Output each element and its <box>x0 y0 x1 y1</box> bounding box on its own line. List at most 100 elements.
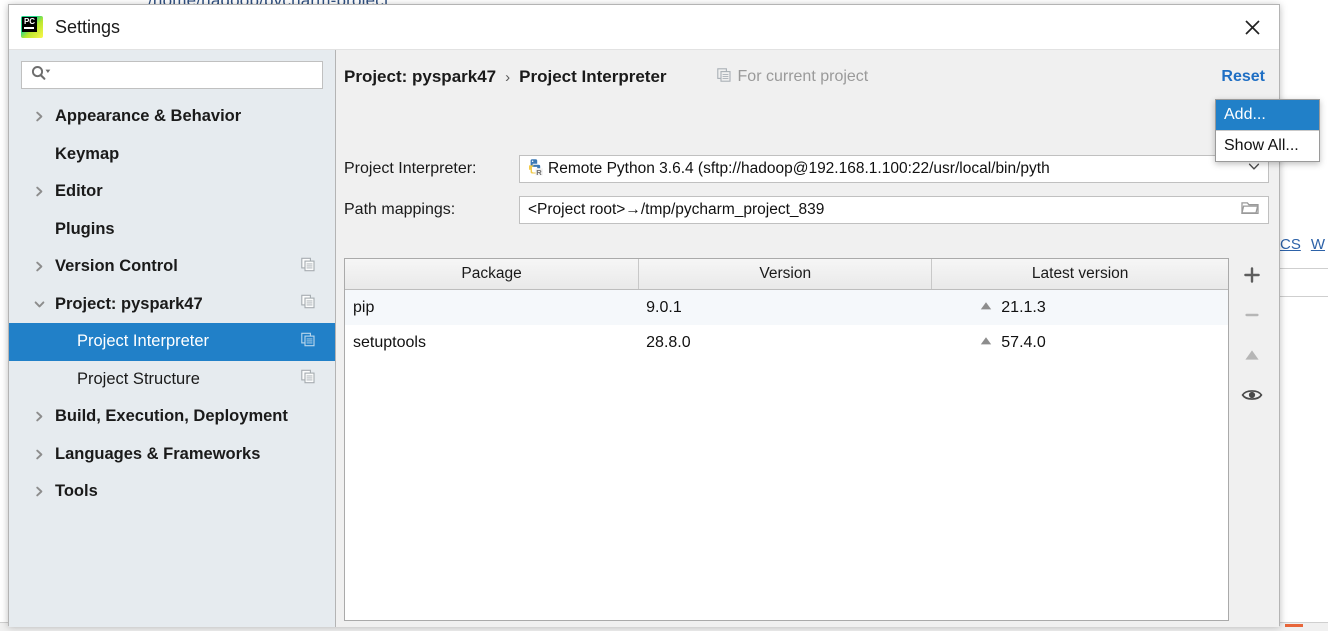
packages-table: Package Version Latest version pip 9.0.1… <box>344 258 1229 621</box>
path-mappings-value: <Project root>→/tmp/pycharm_project_839 <box>528 201 824 219</box>
settings-sidebar: Appearance & Behavior Keymap Editor <box>9 50 336 627</box>
path-mappings-field[interactable]: <Project root>→/tmp/pycharm_project_839 <box>519 196 1269 224</box>
plus-icon <box>1242 265 1262 290</box>
sidebar-item-label: Project Interpreter <box>77 332 209 351</box>
sidebar-item-label: Build, Execution, Deployment <box>55 407 288 426</box>
chevron-down-icon <box>31 299 47 310</box>
search-icon <box>30 65 52 86</box>
search-box[interactable] <box>21 61 323 89</box>
search-input[interactable] <box>52 63 322 87</box>
sidebar-item-label: Project: pyspark47 <box>55 295 203 314</box>
cell-latest-version: 57.4.0 <box>931 334 1228 352</box>
interpreter-value: Remote Python 3.6.4 (sftp://hadoop@192.1… <box>548 160 1050 178</box>
sidebar-item-tools[interactable]: Tools <box>9 473 335 511</box>
menu-item-show-all[interactable]: Show All... <box>1216 131 1319 161</box>
copy-icon <box>301 295 315 314</box>
sidebar-item-plugins[interactable]: Plugins <box>9 211 335 249</box>
breadcrumb: Project: pyspark47 › Project Interpreter… <box>344 64 1269 90</box>
sidebar-item-label: Version Control <box>55 257 178 276</box>
copy-icon <box>301 332 315 351</box>
sidebar-item-label: Editor <box>55 182 103 201</box>
breadcrumb-separator: › <box>505 69 510 86</box>
sidebar-item-editor[interactable]: Editor <box>9 173 335 211</box>
menu-item-add[interactable]: Add... <box>1216 100 1319 130</box>
chevron-down-icon[interactable] <box>1247 160 1261 179</box>
upgrade-package-button[interactable] <box>1233 338 1271 376</box>
path-mappings-label: Path mappings: <box>344 201 519 219</box>
breadcrumb-project[interactable]: Project: pyspark47 <box>344 67 496 87</box>
table-row[interactable]: pip 9.0.1 21.1.3 <box>345 290 1228 325</box>
sidebar-item-keymap[interactable]: Keymap <box>9 136 335 174</box>
background-link-w[interactable]: W <box>1311 236 1325 253</box>
pycharm-logo-icon: PC <box>21 16 43 38</box>
sidebar-item-appearance-behavior[interactable]: Appearance & Behavior <box>9 98 335 136</box>
interpreter-label: Project Interpreter: <box>344 160 519 178</box>
settings-tree: Appearance & Behavior Keymap Editor <box>9 98 335 511</box>
eye-icon <box>1241 387 1263 408</box>
breadcrumb-leaf: Project Interpreter <box>519 67 666 87</box>
chevron-right-icon <box>31 186 47 197</box>
scope-note-label: For current project <box>738 68 869 86</box>
sidebar-item-languages-frameworks[interactable]: Languages & Frameworks <box>9 436 335 474</box>
background-link-row: CS W <box>1276 232 1328 256</box>
cell-version: 9.0.1 <box>638 299 931 317</box>
latest-version-value: 57.4.0 <box>1001 334 1045 352</box>
triangle-up-icon <box>979 334 993 352</box>
pycharm-logo-text: PC <box>22 17 37 32</box>
settings-content-panel: Project: pyspark47 › Project Interpreter… <box>336 50 1279 627</box>
folder-icon[interactable] <box>1241 200 1260 221</box>
sidebar-item-label: Project Structure <box>77 370 200 389</box>
chevron-right-icon <box>31 111 47 122</box>
sidebar-item-label: Languages & Frameworks <box>55 445 260 464</box>
remote-python-icon: R <box>526 158 544 181</box>
column-header-version[interactable]: Version <box>638 259 931 289</box>
chevron-right-icon <box>31 449 47 460</box>
cell-version: 28.8.0 <box>638 334 931 352</box>
copy-icon <box>717 68 731 87</box>
sidebar-item-label: Plugins <box>55 220 115 239</box>
chevron-right-icon <box>31 411 47 422</box>
interpreter-combobox[interactable]: R Remote Python 3.6.4 (sftp://hadoop@192… <box>519 155 1269 183</box>
chevron-right-icon <box>31 261 47 272</box>
minus-icon <box>1242 305 1262 330</box>
sidebar-item-build-execution-deployment[interactable]: Build, Execution, Deployment <box>9 398 335 436</box>
remove-package-button[interactable] <box>1233 298 1271 336</box>
sidebar-item-project-structure[interactable]: Project Structure <box>9 361 335 399</box>
column-header-package[interactable]: Package <box>345 259 638 289</box>
show-early-releases-button[interactable] <box>1233 378 1271 416</box>
cell-latest-version: 21.1.3 <box>931 299 1228 317</box>
reset-link[interactable]: Reset <box>1221 68 1265 86</box>
interpreter-popup-menu: Add... Show All... <box>1215 99 1320 162</box>
cell-package: setuptools <box>345 334 638 352</box>
settings-dialog: PC Settings <box>8 4 1280 626</box>
background-accent-mark <box>1285 624 1303 627</box>
chevron-right-icon <box>31 486 47 497</box>
interpreter-row: Project Interpreter: R Remote Python 3.6… <box>344 154 1269 184</box>
sidebar-item-project-interpreter[interactable]: Project Interpreter <box>9 323 335 361</box>
dialog-title-bar: PC Settings <box>9 5 1279 50</box>
table-row[interactable]: setuptools 28.8.0 57.4.0 <box>345 325 1228 360</box>
triangle-up-icon <box>979 299 993 317</box>
cell-package: pip <box>345 299 638 317</box>
background-divider-top <box>1276 268 1328 269</box>
sidebar-item-label: Appearance & Behavior <box>55 107 241 126</box>
sidebar-item-version-control[interactable]: Version Control <box>9 248 335 286</box>
search-container <box>9 50 335 89</box>
pycharm-logo-bar <box>24 27 34 29</box>
dialog-body: Appearance & Behavior Keymap Editor <box>9 50 1279 627</box>
triangle-up-icon <box>1242 346 1262 369</box>
svg-text:R: R <box>536 168 542 176</box>
background-divider-bottom <box>1276 296 1328 297</box>
background-link-cs[interactable]: CS <box>1280 236 1301 253</box>
sidebar-item-label: Tools <box>55 482 98 501</box>
column-header-latest-version[interactable]: Latest version <box>931 259 1228 289</box>
close-icon[interactable] <box>1225 5 1279 49</box>
sidebar-item-project-pyspark47[interactable]: Project: pyspark47 <box>9 286 335 324</box>
packages-table-header: Package Version Latest version <box>345 259 1228 290</box>
copy-icon <box>301 370 315 389</box>
dialog-title: Settings <box>55 17 120 38</box>
path-mappings-row: Path mappings: <Project root>→/tmp/pycha… <box>344 195 1269 225</box>
packages-toolbar <box>1233 258 1271 416</box>
add-package-button[interactable] <box>1233 258 1271 296</box>
copy-icon <box>301 257 315 276</box>
